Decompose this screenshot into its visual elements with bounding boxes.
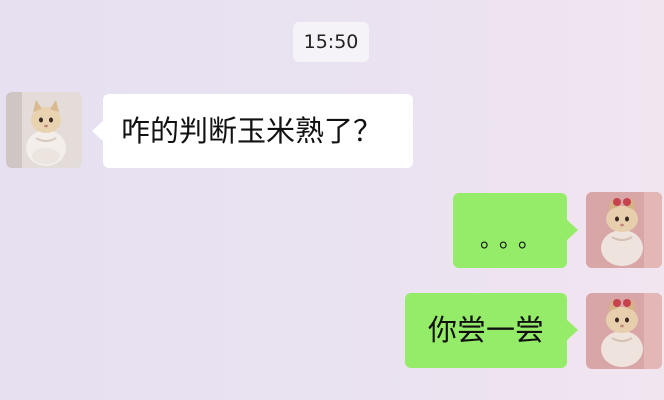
cat-avatar-icon — [6, 92, 82, 168]
chat-view: 15:50 咋的判断玉米熟了？ 。。。 你尝一尝 — [0, 0, 664, 400]
message-text: 咋的判断玉米熟了？ — [121, 114, 383, 148]
message-bubble-incoming[interactable]: 咋的判断玉米熟了？ — [92, 94, 413, 168]
cat-avatar-icon — [586, 192, 662, 268]
timestamp: 15:50 — [293, 22, 369, 62]
message-text: 。。。 — [479, 228, 548, 253]
contact-avatar[interactable] — [6, 92, 82, 168]
message-bubble-outgoing[interactable]: 你尝一尝 — [405, 293, 578, 368]
cat-avatar-icon — [586, 293, 662, 369]
self-avatar[interactable] — [586, 192, 662, 268]
message-bubble-outgoing[interactable]: 。。。 — [453, 193, 578, 268]
self-avatar[interactable] — [586, 293, 662, 369]
message-text: 你尝一尝 — [427, 313, 544, 347]
